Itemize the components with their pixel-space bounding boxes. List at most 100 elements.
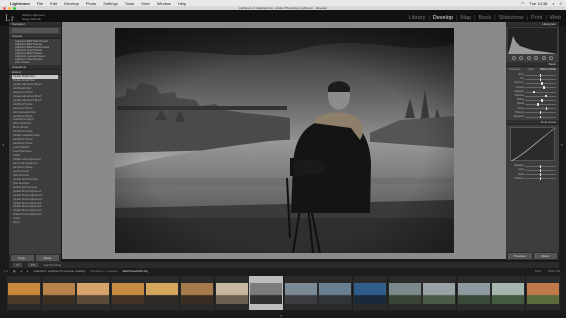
slider-track[interactable] <box>525 73 556 77</box>
source-path[interactable]: Collection / Lightroom 6 example masking <box>33 269 85 273</box>
main-photo[interactable] <box>115 28 454 253</box>
menu-view[interactable]: View <box>141 1 150 6</box>
slider-knob[interactable] <box>539 164 542 168</box>
menu-photo[interactable]: Photo <box>86 1 96 6</box>
soft-proofing-checkbox[interactable]: Soft Proofing <box>44 263 61 267</box>
filmstrip-thumbnail[interactable] <box>214 276 249 310</box>
slider-track[interactable] <box>525 86 556 90</box>
module-slideshow[interactable]: Slideshow <box>498 15 525 21</box>
slider-knob[interactable] <box>539 173 542 176</box>
filmstrip-thumbnail[interactable] <box>456 276 491 310</box>
slider-knob[interactable] <box>543 86 546 90</box>
copy-button[interactable]: Copy... <box>11 255 34 261</box>
slider-track[interactable] <box>525 90 556 94</box>
slider-knob[interactable] <box>539 73 542 77</box>
filmstrip-thumbnail[interactable] <box>283 276 318 310</box>
slider-knob[interactable] <box>533 90 536 94</box>
wifi-icon[interactable]: ◠ <box>521 1 525 6</box>
filmstrip-thumbnail[interactable] <box>76 276 111 310</box>
paste-button[interactable]: Paste <box>36 255 59 261</box>
clock[interactable]: Tue 10:38 <box>530 1 548 6</box>
before-after-button[interactable]: YY <box>27 263 38 267</box>
filter-dropdown[interactable]: Filters Off <box>548 269 560 273</box>
filmstrip-thumbnail[interactable] <box>110 276 145 310</box>
right-panel-toggle-icon[interactable]: ▸ <box>561 142 563 147</box>
navigator-header[interactable]: Navigator <box>9 22 61 27</box>
menu-settings[interactable]: Settings <box>103 1 117 6</box>
slider-knob[interactable] <box>541 98 543 102</box>
slider-knob[interactable] <box>545 107 548 111</box>
menu-file[interactable]: File <box>37 1 43 6</box>
slider-knob[interactable] <box>539 115 542 119</box>
previous-button[interactable]: Previous <box>508 253 532 259</box>
menu-window[interactable]: Window <box>157 1 171 6</box>
history-step[interactable]: Reset <box>12 221 58 225</box>
module-print[interactable]: Print <box>530 15 543 21</box>
slider-knob[interactable] <box>541 82 544 85</box>
tone-curve-header[interactable]: Tone Curve <box>506 120 559 126</box>
menu-app-name[interactable]: Lightroom <box>10 1 30 6</box>
slider-track[interactable] <box>525 164 556 168</box>
crop-tool-icon[interactable] <box>511 56 516 60</box>
histogram-header[interactable]: Histogram <box>506 22 559 27</box>
menu-list-icon[interactable]: ≡ <box>560 1 562 6</box>
preset-folder[interactable]: User Presets <box>12 61 58 64</box>
slider-track[interactable] <box>525 115 556 119</box>
slider-knob[interactable] <box>539 177 542 181</box>
menu-edit[interactable]: Edit <box>50 1 57 6</box>
slider-track[interactable] <box>525 169 556 172</box>
slider-track[interactable] <box>525 94 556 98</box>
module-book[interactable]: Book <box>478 15 493 21</box>
image-canvas[interactable] <box>62 22 506 259</box>
red-eye-tool-icon[interactable] <box>526 56 531 60</box>
module-map[interactable]: Map <box>459 15 472 21</box>
slider-track[interactable] <box>525 111 556 115</box>
slider-knob[interactable] <box>537 103 539 106</box>
slider-knob[interactable] <box>539 111 542 115</box>
adjustment-brush-tool-icon[interactable] <box>549 56 554 60</box>
back-icon[interactable]: ◂ <box>21 269 22 273</box>
slider-track[interactable] <box>525 173 556 176</box>
module-library[interactable]: Library <box>408 15 427 21</box>
slider-track[interactable] <box>525 103 556 106</box>
treatment-bw[interactable]: Black & White <box>540 68 556 71</box>
module-develop[interactable]: Develop <box>432 15 454 21</box>
slider-track[interactable] <box>525 98 556 102</box>
menu-help[interactable]: Help <box>178 1 186 6</box>
filmstrip-thumbnail[interactable] <box>145 276 180 310</box>
search-icon[interactable]: ⌕ <box>552 1 554 6</box>
slider-track[interactable] <box>525 77 556 81</box>
forward-icon[interactable]: ▸ <box>27 269 28 273</box>
secondary-display-pages[interactable]: 1 2 <box>4 269 8 273</box>
grid-icon[interactable]: ▦ <box>13 269 16 273</box>
histogram[interactable] <box>508 28 557 54</box>
filmstrip-thumbnail[interactable] <box>387 276 422 310</box>
graduated-filter-tool-icon[interactable] <box>534 56 539 60</box>
filmstrip-thumbnail[interactable] <box>318 276 353 310</box>
spot-removal-tool-icon[interactable] <box>519 56 524 60</box>
reset-button[interactable]: Reset <box>533 253 557 259</box>
filmstrip-thumbnail[interactable] <box>422 276 457 310</box>
filmstrip-toggle-icon[interactable]: ▾ <box>280 313 282 318</box>
loupe-view-button[interactable]: ▭ <box>13 263 22 267</box>
menu-tools[interactable]: Tools <box>125 1 134 6</box>
slider-track[interactable] <box>525 82 556 85</box>
filmstrip-thumbnail[interactable] <box>249 276 284 310</box>
filmstrip-thumbnail[interactable] <box>7 276 41 310</box>
filmstrip-thumbnail[interactable] <box>180 276 214 310</box>
menu-develop[interactable]: Develop <box>64 1 79 6</box>
slider-track[interactable] <box>525 107 556 111</box>
filmstrip-thumbnail[interactable] <box>353 276 387 310</box>
navigator-preview[interactable] <box>12 28 58 33</box>
filmstrip-thumbnail[interactable] <box>526 276 560 310</box>
slider-track[interactable] <box>525 177 556 181</box>
slider-knob[interactable] <box>545 94 547 98</box>
slider-knob[interactable] <box>539 169 542 172</box>
filmstrip-thumbnail[interactable] <box>491 276 526 310</box>
filmstrip-thumbnail[interactable] <box>41 276 76 310</box>
treatment-color[interactable]: Color <box>528 68 534 71</box>
module-web[interactable]: Web <box>549 15 562 21</box>
tone-curve-graph[interactable] <box>510 127 556 162</box>
left-panel-toggle-icon[interactable]: ◂ <box>2 142 4 147</box>
slider-knob[interactable] <box>539 77 542 81</box>
